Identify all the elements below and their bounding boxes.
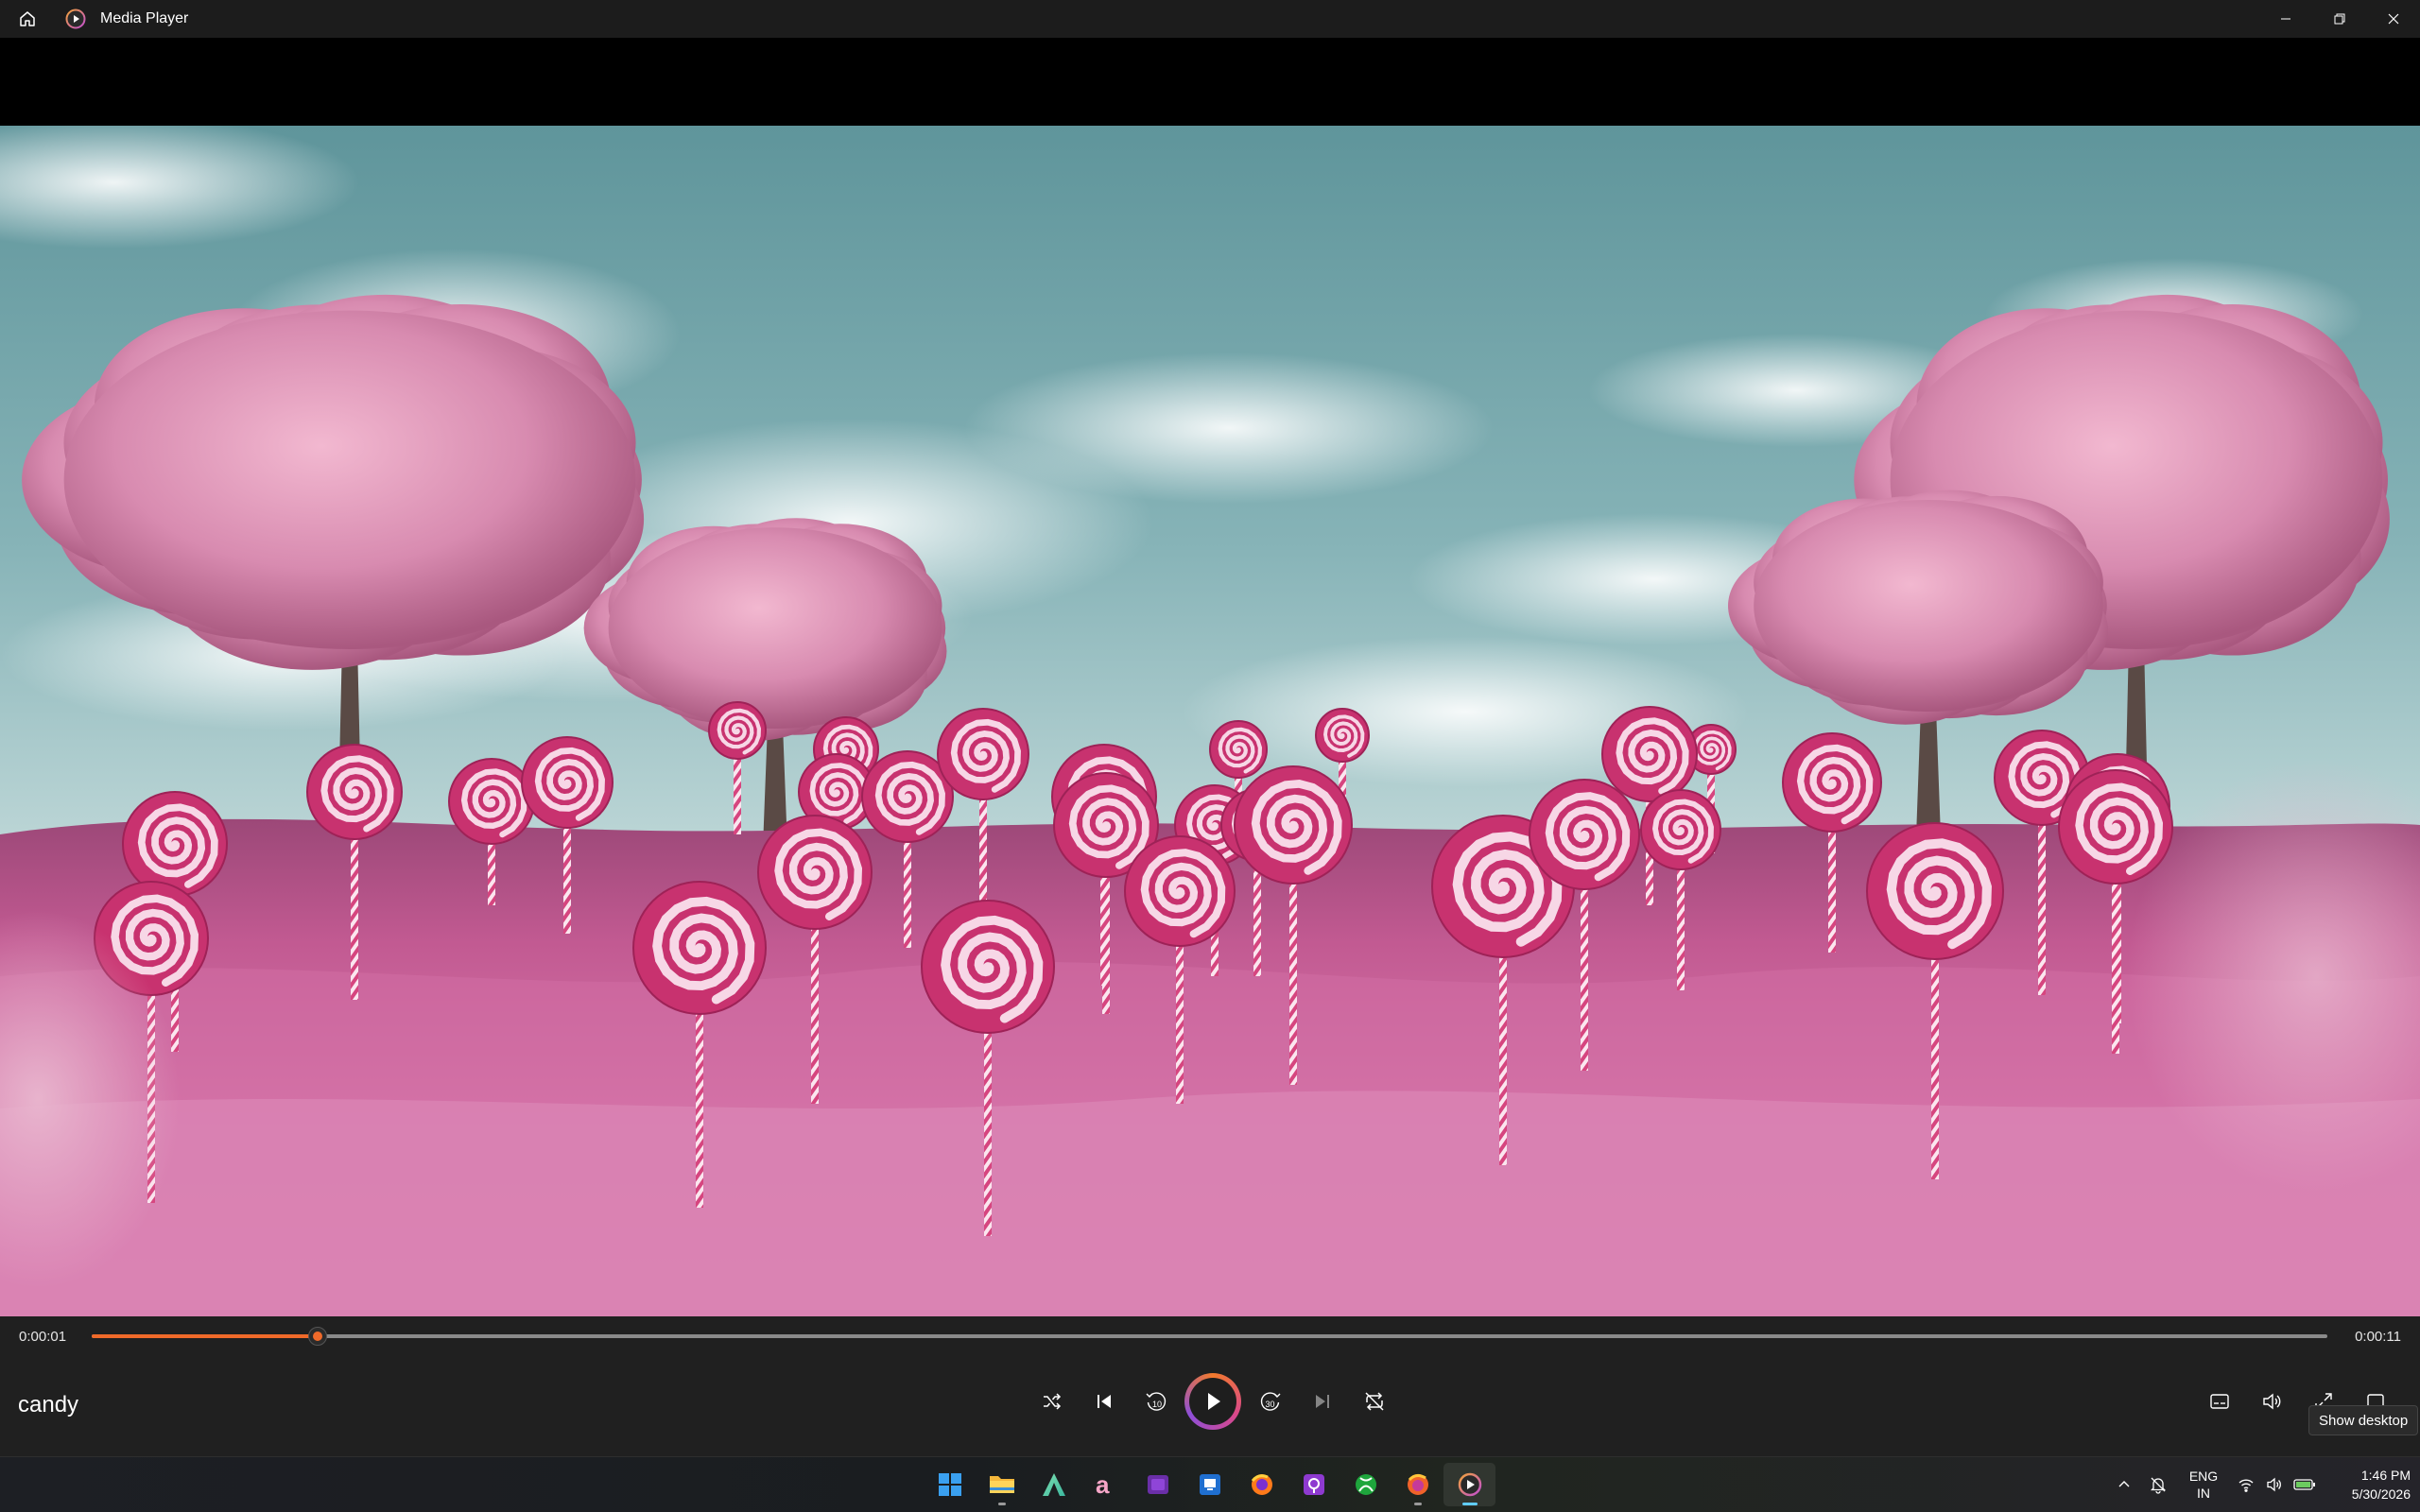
language-code: ENG: [2188, 1469, 2219, 1484]
notifications-button[interactable]: [2141, 1466, 2175, 1503]
seek-thumb[interactable]: [307, 1327, 327, 1346]
clock-time: 1:46 PM: [2360, 1468, 2411, 1483]
previous-button[interactable]: [1078, 1377, 1130, 1426]
battery-icon: [2293, 1479, 2315, 1490]
restore-button[interactable]: [2312, 0, 2366, 38]
close-button[interactable]: [2366, 0, 2420, 38]
captions-icon: [2209, 1394, 2229, 1409]
repeat-button[interactable]: [1348, 1377, 1400, 1426]
speaker-icon: [2267, 1477, 2281, 1492]
show-hidden-icons-button[interactable]: [2107, 1466, 2141, 1503]
taskbar-app-file-explorer[interactable]: [976, 1463, 1028, 1506]
running-indicator: [1413, 1503, 1422, 1505]
svg-text:10: 10: [1152, 1400, 1162, 1409]
video-scene-candy-land: [0, 126, 2420, 1316]
media-player-icon: [1457, 1471, 1483, 1498]
transport-controls: 10 30: [1026, 1373, 1400, 1430]
home-button[interactable]: [9, 0, 46, 38]
firefox-icon: [1249, 1471, 1275, 1498]
running-indicator: [1461, 1503, 1478, 1505]
clipchamp-icon: [1145, 1471, 1171, 1498]
network-button[interactable]: [2232, 1466, 2260, 1503]
shuffle-button[interactable]: [1026, 1377, 1078, 1426]
home-icon: [20, 11, 35, 26]
remote-desktop-icon: [1197, 1471, 1223, 1498]
region-code: IN: [2197, 1486, 2210, 1501]
total-time: 0:00:11: [2355, 1329, 2401, 1345]
clock-date: 5/30/2026: [2351, 1486, 2411, 1502]
skip-forward-30-button[interactable]: 30: [1244, 1377, 1296, 1426]
skip-forward-30-icon: 30: [1260, 1392, 1280, 1411]
taskbar-app-xbox[interactable]: [1340, 1463, 1392, 1506]
svg-text:30: 30: [1265, 1400, 1274, 1409]
battery-button[interactable]: [2289, 1466, 2321, 1503]
taskbar-app-firefox[interactable]: [1236, 1463, 1288, 1506]
taskbar-app-letter-a-app[interactable]: [1028, 1463, 1080, 1506]
notifications-off-icon: [2150, 1477, 2167, 1494]
repeat-icon: [1364, 1392, 1384, 1411]
xbox-icon: [1353, 1471, 1379, 1498]
system-tray: ENG IN 1:46 PM 5/30/2026: [2107, 1457, 2420, 1512]
podcast-icon: [1301, 1471, 1327, 1498]
taskbar-app-amazon[interactable]: a: [1080, 1463, 1132, 1506]
taskbar-app-windows-start[interactable]: [924, 1463, 976, 1506]
amazon-icon: a: [1093, 1471, 1119, 1498]
shuffle-icon: [1043, 1393, 1061, 1410]
seek-progress: [92, 1334, 318, 1338]
restore-icon: [2334, 13, 2344, 25]
seek-bar[interactable]: [92, 1327, 2327, 1346]
play-button[interactable]: [1184, 1373, 1241, 1430]
captions-button[interactable]: [2193, 1381, 2245, 1422]
video-frame[interactable]: [0, 126, 2420, 1316]
running-indicator: [997, 1503, 1006, 1505]
skip-back-10-icon: 10: [1146, 1392, 1166, 1411]
playback-controls: 0:00:01 0:00:11 candy 10 30: [0, 1316, 2420, 1456]
taskbar: a ENG IN 1:46 PM 5/30/2026: [0, 1456, 2420, 1512]
media-player-app-icon: [64, 8, 87, 30]
chevron-up-icon: [2118, 1481, 2130, 1487]
window-title: Media Player: [100, 10, 189, 26]
skip-back-10-button[interactable]: 10: [1130, 1377, 1182, 1426]
language-indicator[interactable]: ENG IN: [2175, 1468, 2232, 1502]
windows-start-icon: [937, 1471, 963, 1498]
letter-a-app-icon: [1041, 1471, 1067, 1498]
minimize-icon: [2280, 18, 2290, 20]
file-explorer-icon: [988, 1472, 1016, 1497]
play-icon: [1208, 1393, 1220, 1410]
next-icon: [1315, 1395, 1329, 1408]
current-time: 0:00:01: [19, 1329, 67, 1345]
media-title: candy: [18, 1392, 79, 1418]
minimize-button[interactable]: [2258, 0, 2312, 38]
next-button[interactable]: [1296, 1377, 1348, 1426]
svg-text:a: a: [1096, 1471, 1110, 1498]
previous-icon: [1097, 1395, 1111, 1408]
taskbar-app-podcast[interactable]: [1288, 1463, 1340, 1506]
volume-button[interactable]: [2245, 1381, 2297, 1422]
taskbar-app-firefox-alt[interactable]: [1392, 1463, 1443, 1506]
title-bar: Media Player: [0, 0, 2420, 38]
volume-icon: [2262, 1393, 2280, 1410]
volume-tray-button[interactable]: [2260, 1466, 2289, 1503]
taskbar-app-clipchamp[interactable]: [1132, 1463, 1184, 1506]
clock[interactable]: 1:46 PM 5/30/2026: [2321, 1466, 2411, 1503]
close-icon: [2388, 13, 2398, 25]
wifi-icon: [2238, 1479, 2254, 1492]
taskbar-app-remote-desktop[interactable]: [1184, 1463, 1236, 1506]
taskbar-app-media-player[interactable]: [1443, 1463, 1495, 1506]
firefox-alt-icon: [1405, 1471, 1431, 1498]
show-desktop-tooltip: Show desktop: [2308, 1405, 2419, 1435]
taskbar-apps: a: [924, 1463, 1495, 1506]
